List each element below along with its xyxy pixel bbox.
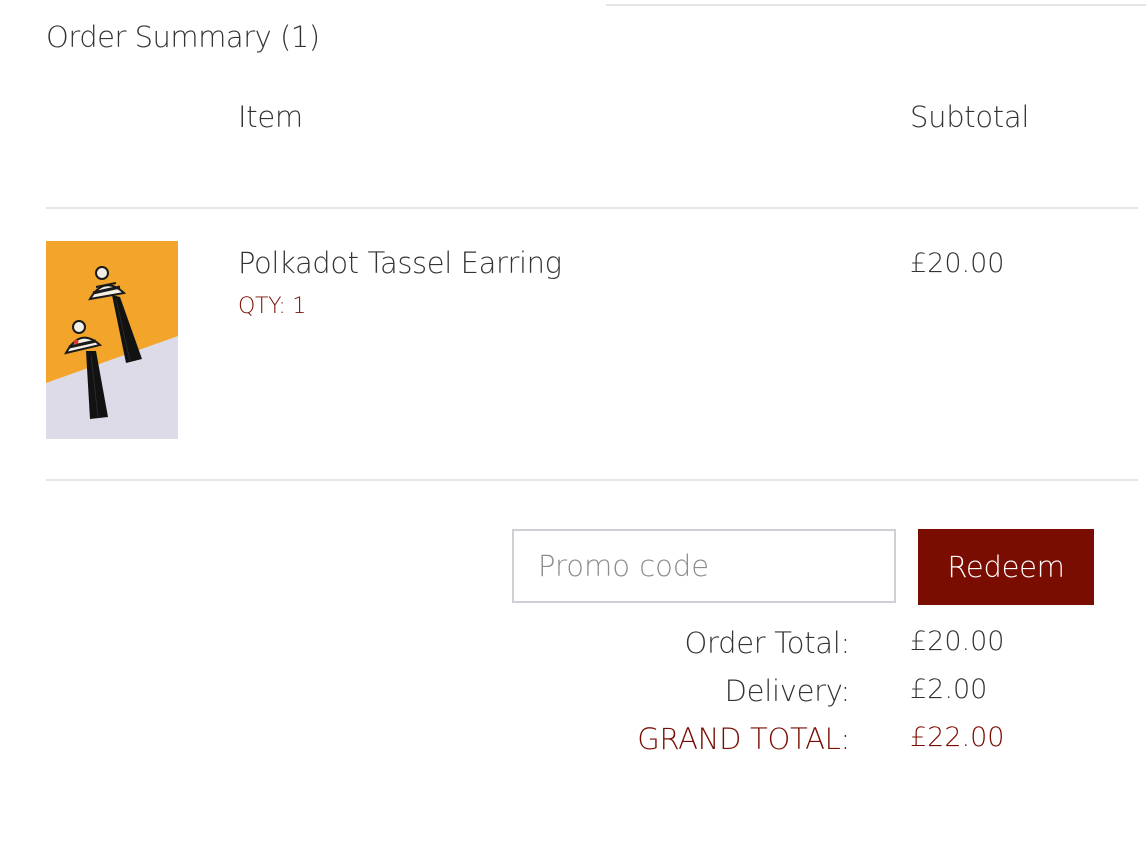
order-summary-page: Order Summary (1) Item Subtotal Polkadot… — [0, 0, 1146, 848]
header-divider — [46, 207, 1138, 209]
product-subtotal: £20.00 — [910, 248, 1005, 279]
grand-total-label: GRAND TOTAL: — [637, 722, 850, 756]
order-summary-title: Order Summary (1) — [46, 20, 320, 54]
quantity-label: QTY: — [238, 294, 286, 319]
order-total-label: Order Total: — [684, 626, 850, 660]
product-quantity: QTY: 1 — [238, 294, 306, 319]
quantity-value: 1 — [292, 294, 306, 319]
order-total-value: £20.00 — [910, 626, 1005, 657]
product-name[interactable]: Polkadot Tassel Earring — [238, 246, 562, 280]
product-image[interactable] — [46, 241, 178, 439]
item-column-header: Item — [238, 100, 303, 134]
grand-total-value: £22.00 — [910, 722, 1005, 753]
promo-code-input[interactable] — [512, 529, 896, 603]
top-divider — [606, 4, 1146, 6]
redeem-button[interactable]: Redeem — [918, 529, 1094, 605]
items-divider — [46, 479, 1138, 481]
subtotal-column-header: Subtotal — [910, 100, 1030, 134]
delivery-label: Delivery: — [724, 674, 851, 708]
delivery-value: £2.00 — [910, 674, 988, 705]
